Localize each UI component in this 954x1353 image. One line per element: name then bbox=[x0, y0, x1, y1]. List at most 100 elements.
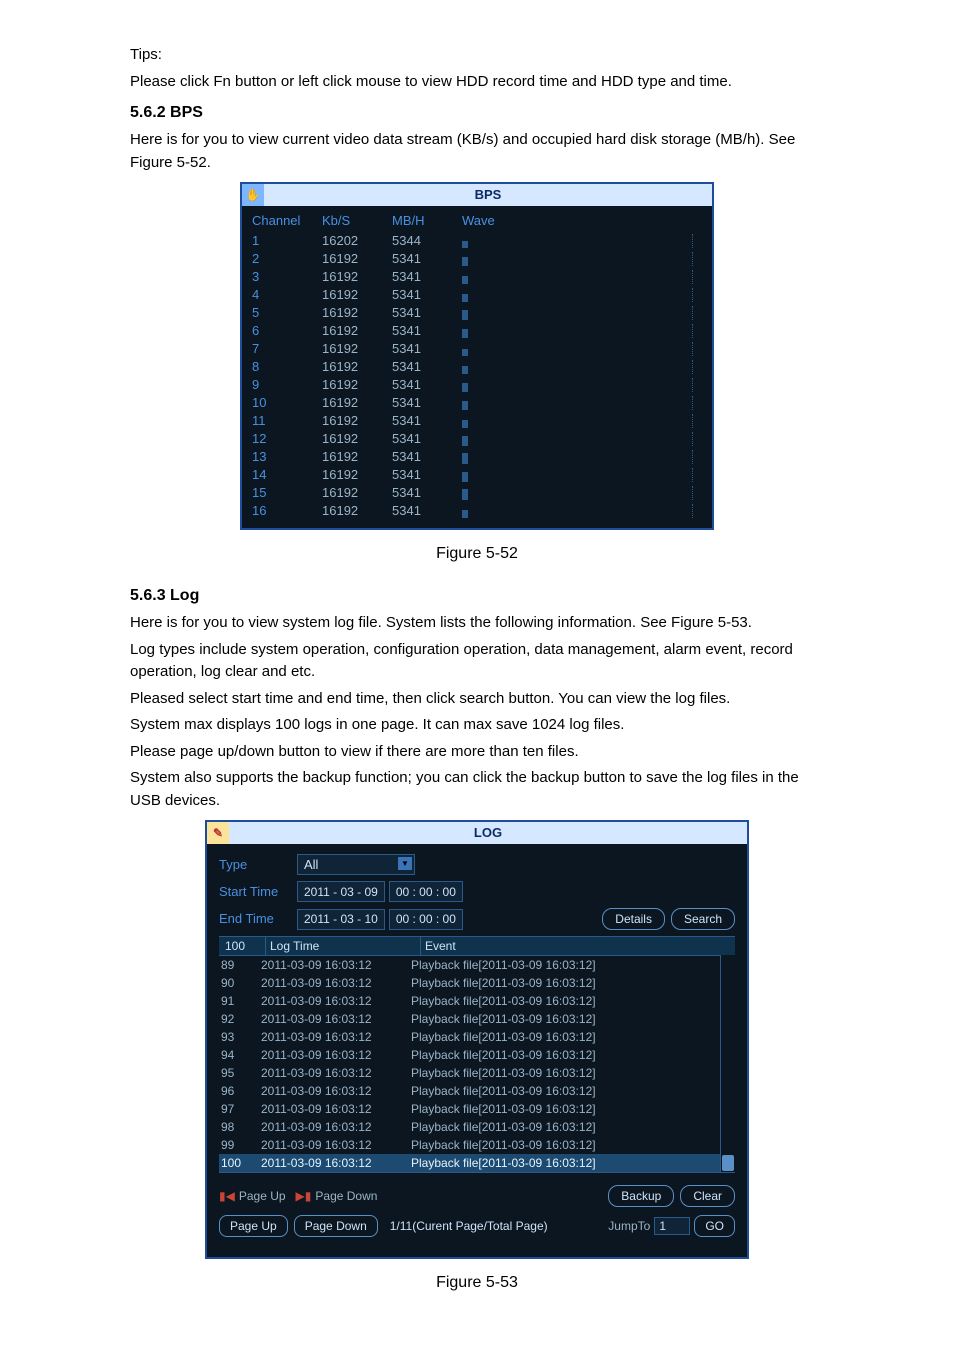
log-window: ✎ LOG Type All ▼ Start Time 2011 - 03 - … bbox=[205, 820, 749, 1259]
section-text-log-4: System max displays 100 logs in one page… bbox=[130, 714, 824, 737]
bps-channel: 8 bbox=[252, 357, 322, 377]
bps-row: 2161925341 bbox=[252, 250, 702, 268]
log-body: Type All ▼ Start Time 2011 - 03 - 09 00 … bbox=[207, 844, 747, 1257]
log-row-event: Playback file[2011-03-09 16:03:12] bbox=[411, 956, 733, 974]
log-row-time: 2011-03-09 16:03:12 bbox=[261, 974, 411, 992]
go-button[interactable]: GO bbox=[694, 1215, 735, 1237]
log-row[interactable]: 932011-03-09 16:03:12Playback file[2011-… bbox=[219, 1028, 735, 1046]
bps-titlebar: ✋ BPS bbox=[242, 184, 712, 206]
start-date-input[interactable]: 2011 - 03 - 09 bbox=[297, 881, 385, 902]
log-scrollbar[interactable] bbox=[720, 955, 735, 1172]
log-row-index: 99 bbox=[221, 1136, 261, 1154]
log-row-event: Playback file[2011-03-09 16:03:12] bbox=[411, 1136, 733, 1154]
log-row-time: 2011-03-09 16:03:12 bbox=[261, 1046, 411, 1064]
log-row-event: Playback file[2011-03-09 16:03:12] bbox=[411, 1082, 733, 1100]
bps-channel: 6 bbox=[252, 321, 322, 341]
bps-row: 1162025344 bbox=[252, 232, 702, 250]
log-icon: ✎ bbox=[207, 822, 229, 844]
log-row-index: 94 bbox=[221, 1046, 261, 1064]
scrollbar-thumb[interactable] bbox=[722, 1155, 734, 1171]
log-row[interactable]: 982011-03-09 16:03:12Playback file[2011-… bbox=[219, 1118, 735, 1136]
bps-header-wave: Wave bbox=[462, 211, 702, 231]
log-table: 100 Log Time Event 892011-03-09 16:03:12… bbox=[219, 936, 735, 1173]
bps-kbs: 16192 bbox=[322, 267, 392, 287]
log-row-index: 96 bbox=[221, 1082, 261, 1100]
bps-wave bbox=[462, 270, 702, 284]
bps-channel: 4 bbox=[252, 285, 322, 305]
bps-kbs: 16192 bbox=[322, 501, 392, 521]
log-row-time: 2011-03-09 16:03:12 bbox=[261, 1100, 411, 1118]
page-up-link[interactable]: Page Up bbox=[239, 1187, 286, 1205]
bps-wave bbox=[462, 306, 702, 320]
bps-wave bbox=[462, 288, 702, 302]
bps-wave bbox=[462, 486, 702, 500]
log-row-time: 2011-03-09 16:03:12 bbox=[261, 1010, 411, 1028]
log-row[interactable]: 952011-03-09 16:03:12Playback file[2011-… bbox=[219, 1064, 735, 1082]
bps-mbh: 5341 bbox=[392, 393, 462, 413]
bps-row: 16161925341 bbox=[252, 502, 702, 520]
bps-window: ✋ BPS Channel Kb/S MB/H Wave 11620253442… bbox=[240, 182, 714, 530]
log-header-time[interactable]: Log Time bbox=[266, 937, 421, 955]
bps-kbs: 16192 bbox=[322, 375, 392, 395]
type-dropdown[interactable]: All ▼ bbox=[297, 854, 415, 875]
log-row-event: Playback file[2011-03-09 16:03:12] bbox=[411, 1028, 733, 1046]
log-row[interactable]: 922011-03-09 16:03:12Playback file[2011-… bbox=[219, 1010, 735, 1028]
bps-row: 4161925341 bbox=[252, 286, 702, 304]
page-up-start-icon: ▮◀ bbox=[219, 1187, 235, 1205]
bps-body: Channel Kb/S MB/H Wave 11620253442161925… bbox=[242, 206, 712, 528]
bps-channel: 16 bbox=[252, 501, 322, 521]
bps-row: 3161925341 bbox=[252, 268, 702, 286]
bps-kbs: 16192 bbox=[322, 357, 392, 377]
log-header-event[interactable]: Event bbox=[421, 937, 733, 955]
bps-kbs: 16192 bbox=[322, 303, 392, 323]
end-date-input[interactable]: 2011 - 03 - 10 bbox=[297, 909, 385, 930]
bps-wave bbox=[462, 414, 702, 428]
log-row[interactable]: 992011-03-09 16:03:12Playback file[2011-… bbox=[219, 1136, 735, 1154]
bps-channel: 14 bbox=[252, 465, 322, 485]
log-table-header: 100 Log Time Event bbox=[219, 937, 735, 956]
log-header-count[interactable]: 100 bbox=[221, 937, 266, 955]
log-row-index: 97 bbox=[221, 1100, 261, 1118]
type-label: Type bbox=[219, 855, 297, 875]
bps-channel: 9 bbox=[252, 375, 322, 395]
log-row-index: 90 bbox=[221, 974, 261, 992]
log-row[interactable]: 972011-03-09 16:03:12Playback file[2011-… bbox=[219, 1100, 735, 1118]
bps-channel: 15 bbox=[252, 483, 322, 503]
log-row[interactable]: 912011-03-09 16:03:12Playback file[2011-… bbox=[219, 992, 735, 1010]
page-down-button[interactable]: Page Down bbox=[294, 1215, 378, 1237]
log-row[interactable]: 902011-03-09 16:03:12Playback file[2011-… bbox=[219, 974, 735, 992]
bps-channel: 11 bbox=[252, 411, 322, 431]
bps-row: 6161925341 bbox=[252, 322, 702, 340]
bps-mbh: 5341 bbox=[392, 375, 462, 395]
chevron-down-icon: ▼ bbox=[398, 857, 412, 870]
log-row[interactable]: 962011-03-09 16:03:12Playback file[2011-… bbox=[219, 1082, 735, 1100]
section-text-log-6: System also supports the backup function… bbox=[130, 767, 824, 812]
end-time-input[interactable]: 00 : 00 : 00 bbox=[389, 909, 463, 930]
details-button[interactable]: Details bbox=[602, 908, 665, 930]
bps-wave bbox=[462, 378, 702, 392]
bps-kbs: 16192 bbox=[322, 339, 392, 359]
log-row[interactable]: 942011-03-09 16:03:12Playback file[2011-… bbox=[219, 1046, 735, 1064]
log-row[interactable]: 892011-03-09 16:03:12Playback file[2011-… bbox=[219, 956, 735, 974]
log-row-time: 2011-03-09 16:03:12 bbox=[261, 1028, 411, 1046]
clear-button[interactable]: Clear bbox=[680, 1185, 735, 1207]
bps-channel: 3 bbox=[252, 267, 322, 287]
bps-mbh: 5341 bbox=[392, 339, 462, 359]
hand-icon: ✋ bbox=[242, 184, 264, 206]
bps-kbs: 16192 bbox=[322, 285, 392, 305]
jump-to-input[interactable] bbox=[654, 1217, 690, 1235]
log-row-event: Playback file[2011-03-09 16:03:12] bbox=[411, 1154, 733, 1172]
start-time-input[interactable]: 00 : 00 : 00 bbox=[389, 881, 463, 902]
log-row-index: 98 bbox=[221, 1118, 261, 1136]
bps-header-kbs: Kb/S bbox=[322, 211, 392, 231]
bps-wave bbox=[462, 468, 702, 482]
bps-wave bbox=[462, 252, 702, 266]
log-row[interactable]: 1002011-03-09 16:03:12Playback file[2011… bbox=[219, 1154, 735, 1172]
backup-button[interactable]: Backup bbox=[608, 1185, 674, 1207]
page-up-button[interactable]: Page Up bbox=[219, 1215, 288, 1237]
bps-mbh: 5341 bbox=[392, 447, 462, 467]
page-down-link[interactable]: Page Down bbox=[315, 1187, 377, 1205]
search-button[interactable]: Search bbox=[671, 908, 735, 930]
bps-row: 7161925341 bbox=[252, 340, 702, 358]
log-row-index: 92 bbox=[221, 1010, 261, 1028]
